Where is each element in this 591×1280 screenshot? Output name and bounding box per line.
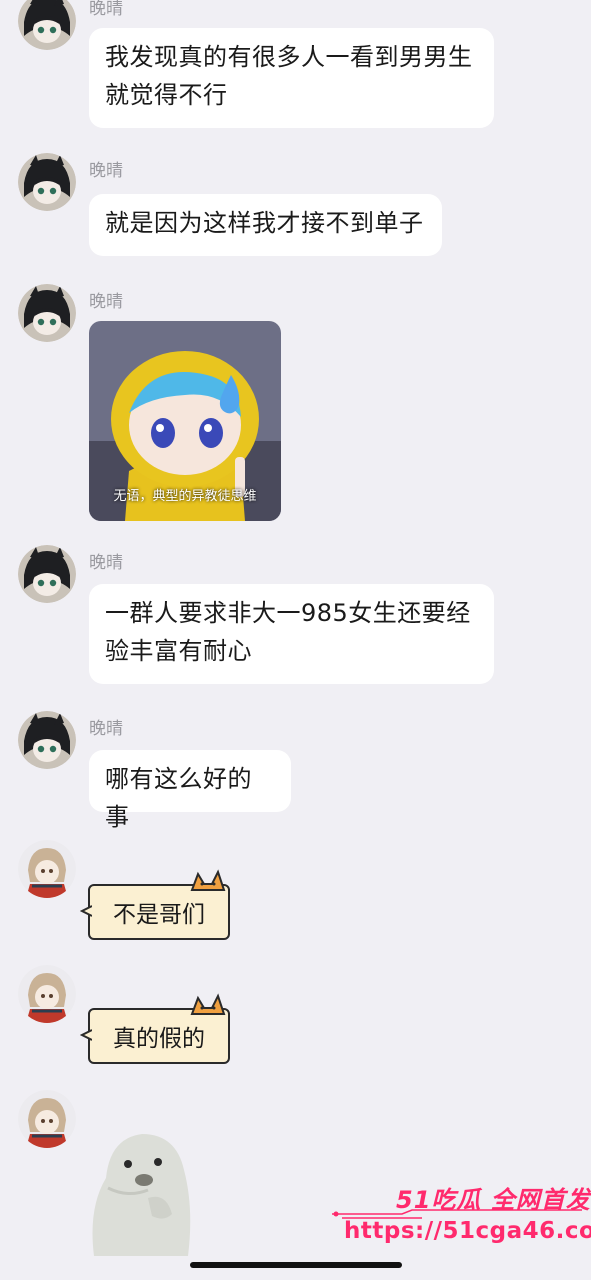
message-bubble[interactable]: 不是哥们 bbox=[80, 869, 230, 940]
sticker-image[interactable] bbox=[88, 1128, 194, 1256]
bubble-tail-icon bbox=[80, 1029, 92, 1041]
message-bubble[interactable]: 就是因为这样我才接不到单子 bbox=[89, 194, 442, 256]
sticker-image[interactable]: 无语，典型的异教徒思维 bbox=[89, 321, 281, 521]
user-avatar[interactable] bbox=[18, 1090, 76, 1148]
sender-name: 晚晴 bbox=[89, 0, 123, 19]
contact-avatar[interactable] bbox=[18, 153, 76, 211]
user-avatar[interactable] bbox=[18, 840, 76, 898]
user-avatar[interactable] bbox=[18, 965, 76, 1023]
cat-ears-icon bbox=[190, 869, 226, 891]
contact-avatar[interactable] bbox=[18, 0, 76, 50]
message-text: 不是哥们 bbox=[88, 884, 230, 940]
message-bubble[interactable]: 一群人要求非大一985女生还要经 验丰富有耐心 bbox=[89, 584, 494, 684]
message-text: 一群人要求非大一985女生还要经 bbox=[105, 599, 471, 627]
message-bubble[interactable]: 我发现真的有很多人一看到男男生 就觉得不行 bbox=[89, 28, 494, 128]
message-text: 真的假的 bbox=[88, 1008, 230, 1064]
sticker-caption: 无语，典型的异教徒思维 bbox=[113, 489, 257, 504]
contact-avatar[interactable] bbox=[18, 711, 76, 769]
message-bubble[interactable]: 哪有这么好的事 bbox=[89, 750, 291, 831]
sender-name: 晚晴 bbox=[89, 161, 123, 181]
message-text: 验丰富有耐心 bbox=[105, 637, 252, 665]
message-text: 就是因为这样我才接不到单子 bbox=[105, 209, 424, 237]
contact-avatar[interactable] bbox=[18, 545, 76, 603]
sender-name: 晚晴 bbox=[89, 553, 123, 573]
watermark-url: https://51cga46.com bbox=[344, 1218, 591, 1244]
bubble-tail-icon bbox=[80, 905, 92, 917]
cat-ears-icon bbox=[190, 993, 226, 1015]
message-text: 我发现真的有很多人一看到男男生 bbox=[105, 43, 473, 71]
message-text: 就觉得不行 bbox=[105, 81, 228, 109]
sender-name: 晚晴 bbox=[89, 292, 123, 312]
chat-view: 晚晴 我发现真的有很多人一看到男男生 就觉得不行 晚晴 就是因为这样我才接不到单… bbox=[0, 0, 591, 1280]
message-bubble[interactable]: 真的假的 bbox=[80, 993, 230, 1064]
home-indicator[interactable] bbox=[190, 1262, 402, 1268]
message-text: 哪有这么好的事 bbox=[105, 765, 252, 831]
contact-avatar[interactable] bbox=[18, 284, 76, 342]
sender-name: 晚晴 bbox=[89, 719, 123, 739]
seal-sticker bbox=[92, 1134, 191, 1256]
